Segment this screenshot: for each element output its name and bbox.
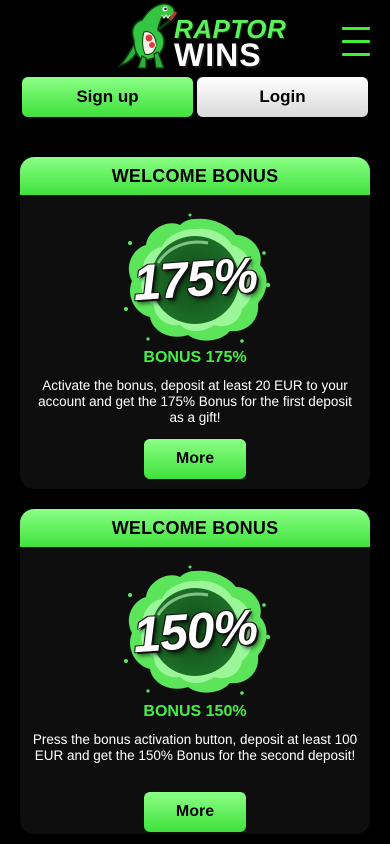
raptor-wins-logo[interactable]: RAPTOR WINS	[112, 0, 286, 74]
more-button[interactable]: More	[144, 439, 246, 479]
login-button[interactable]: Login	[197, 77, 368, 117]
bonus-card-1: WELCOME BONUS 175% BONUS 175% Activate t…	[20, 157, 370, 489]
bonus-badge-percent: 175%	[131, 246, 259, 312]
logo-wordmark: RAPTOR WINS	[174, 16, 286, 71]
menu-line	[342, 27, 370, 30]
header: RAPTOR WINS	[0, 0, 390, 76]
bonus-description: Press the bonus activation button, depos…	[32, 732, 358, 763]
sign-up-button[interactable]: Sign up	[22, 77, 193, 117]
auth-buttons: Sign up Login	[22, 77, 368, 117]
menu-line	[342, 53, 370, 56]
bonus-badge: 150%	[118, 565, 272, 697]
bonus-badge-percent: 150%	[131, 598, 259, 664]
bonus-description: Activate the bonus, deposit at least 20 …	[38, 378, 352, 425]
hamburger-menu-icon[interactable]	[342, 27, 370, 57]
card-header: WELCOME BONUS	[20, 509, 370, 547]
menu-line	[342, 40, 370, 43]
card-header: WELCOME BONUS	[20, 157, 370, 195]
bonus-badge: 175%	[118, 213, 272, 345]
more-button[interactable]: More	[144, 792, 246, 832]
bonus-title: BONUS 175%	[143, 349, 247, 366]
bonus-title: BONUS 150%	[143, 703, 247, 720]
raptor-mascot-icon	[117, 3, 178, 69]
bonus-card-2: WELCOME BONUS 150% BONUS 150% Press the …	[20, 509, 370, 834]
